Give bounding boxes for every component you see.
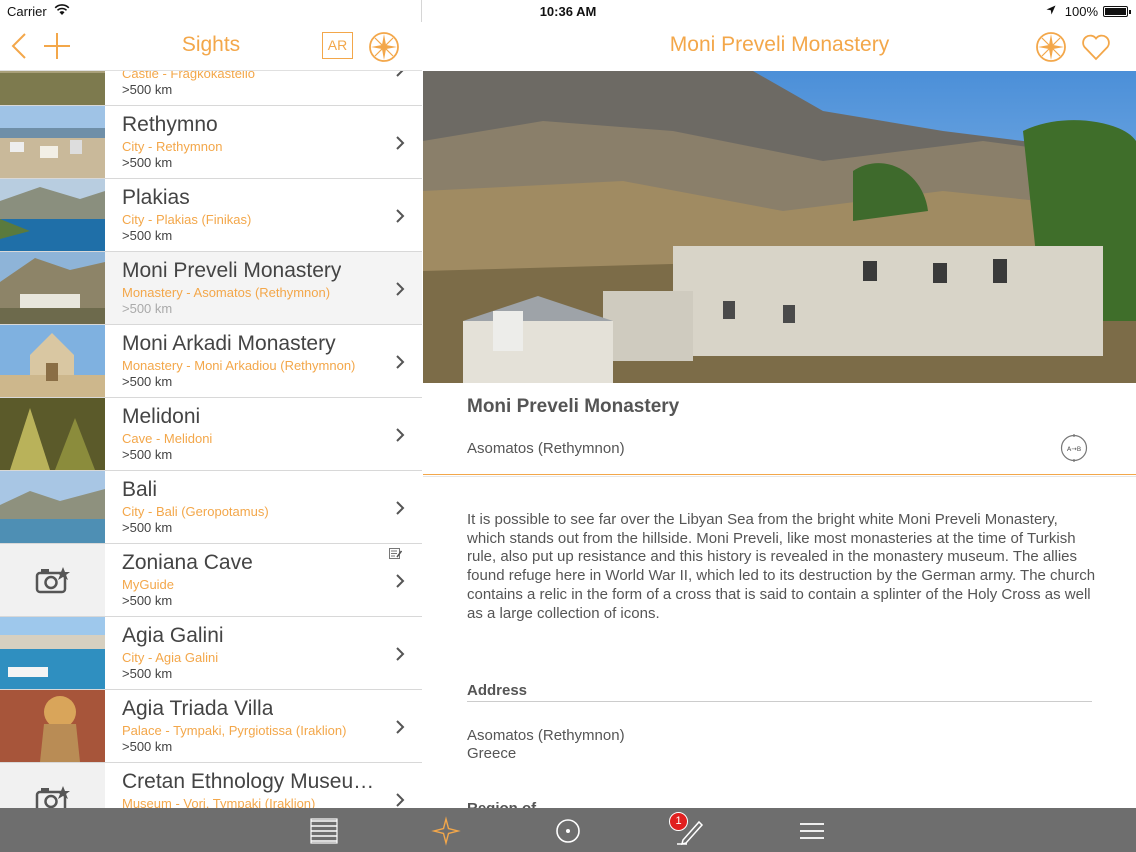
location-target-tab-icon[interactable] <box>553 816 583 846</box>
address-heading: Address <box>467 682 528 699</box>
sight-thumbnail <box>0 763 105 808</box>
sight-category: City - Bali (Geropotamus) <box>122 504 269 519</box>
sight-distance: >500 km <box>122 82 173 97</box>
sight-name: Moni Preveli Monastery <box>122 259 342 282</box>
sight-thumbnail <box>0 325 105 397</box>
sight-category: City - Agia Galini <box>122 650 219 665</box>
detail-title: Moni Preveli Monastery <box>467 396 680 417</box>
list-item[interactable]: Zoniana Cave MyGuide >500 km <box>0 544 422 617</box>
sights-panel: Sights AR Castle - Fragkokastello >500 k… <box>0 0 422 808</box>
chevron-right-icon <box>396 282 405 296</box>
sight-category: Monastery - Moni Arkadiou (Rethymnon) <box>122 358 356 373</box>
notification-badge: 1 <box>669 812 688 831</box>
route-icon[interactable]: A→B <box>1060 434 1088 462</box>
sight-distance: >500 km <box>122 520 173 535</box>
next-section-heading: Region of ... <box>467 800 587 808</box>
sight-distance: >500 km <box>122 155 173 170</box>
divider <box>423 474 1136 475</box>
sight-distance: >500 km <box>122 447 173 462</box>
chevron-right-icon <box>396 428 405 442</box>
list-item[interactable]: Rethymno City - Rethymnon >500 km <box>0 106 422 179</box>
sight-distance: >500 km <box>122 374 173 389</box>
sight-name: Bali <box>122 478 158 501</box>
sight-category: City - Rethymnon <box>122 139 223 154</box>
sight-name: Melidoni <box>122 405 201 428</box>
chevron-right-icon <box>396 355 405 369</box>
list-item[interactable]: Castle - Fragkokastello >500 km <box>0 71 422 106</box>
chevron-right-icon <box>396 793 405 807</box>
sight-name: Zoniana Cave <box>122 551 253 574</box>
sight-distance: >500 km <box>122 301 173 316</box>
sight-distance: >500 km <box>122 666 173 681</box>
sight-distance: >500 km <box>122 593 173 608</box>
menu-tab-icon[interactable] <box>797 816 827 846</box>
svg-text:A→B: A→B <box>1067 445 1081 453</box>
chevron-right-icon <box>396 71 404 77</box>
camera-placeholder-icon <box>35 567 70 594</box>
sight-category: Museum - Vori, Tympaki (Iraklion) <box>122 796 316 808</box>
list-tab-icon[interactable] <box>309 816 339 846</box>
chevron-right-icon <box>396 574 405 588</box>
sight-name: Plakias <box>122 186 190 209</box>
sight-thumbnail <box>0 71 105 105</box>
page-title: Sights <box>181 33 241 56</box>
detail-panel: Moni Preveli Monastery Moni Preveli Mona… <box>423 0 1136 808</box>
detail-nav-title: Moni Preveli Monastery <box>669 33 890 56</box>
camera-placeholder-icon <box>35 786 70 808</box>
chevron-right-icon <box>396 647 405 661</box>
sight-name: Cretan Ethnology Museu… <box>122 770 375 793</box>
sight-thumbnail <box>0 179 105 251</box>
sights-list[interactable]: Castle - Fragkokastello >500 km Rethymno… <box>0 71 422 808</box>
sight-name: Rethymno <box>122 113 218 136</box>
sight-thumbnail <box>0 106 105 178</box>
sight-category: Cave - Melidoni <box>122 431 213 446</box>
compass-icon[interactable] <box>1035 31 1067 63</box>
sight-category: Palace - Tympaki, Pyrgiotissa (Iraklion) <box>122 723 347 738</box>
divider <box>423 476 1136 477</box>
list-item[interactable]: Agia Triada Villa Palace - Tympaki, Pyrg… <box>0 690 422 763</box>
sight-name: Agia Triada Villa <box>122 697 274 720</box>
sight-hero-image <box>423 71 1136 383</box>
sight-description: It is possible to see far over the Libya… <box>467 511 1096 622</box>
sight-category: City - Plakias (Finikas) <box>122 212 252 227</box>
chevron-right-icon <box>396 136 405 150</box>
chevron-right-icon <box>396 209 405 223</box>
list-item[interactable]: Moni Arkadi Monastery Monastery - Moni A… <box>0 325 422 398</box>
list-item[interactable]: Bali City - Bali (Geropotamus) >500 km <box>0 471 422 544</box>
divider <box>467 701 1092 702</box>
address-line-2: Greece <box>467 745 517 762</box>
heart-icon[interactable] <box>1081 33 1111 61</box>
list-item-selected[interactable]: Moni Preveli Monastery Monastery - Asoma… <box>0 252 422 325</box>
sights-star-tab-icon[interactable] <box>431 816 461 846</box>
detail-location: Asomatos (Rethymnon) <box>467 440 625 457</box>
sight-thumbnail <box>0 544 105 616</box>
list-item[interactable]: Agia Galini City - Agia Galini >500 km <box>0 617 422 690</box>
chevron-right-icon <box>396 720 405 734</box>
address-line-1: Asomatos (Rethymnon) <box>467 727 625 744</box>
sight-category: Monastery - Asomatos (Rethymnon) <box>122 285 331 300</box>
sight-thumbnail <box>0 690 105 762</box>
list-item[interactable]: Plakias City - Plakias (Finikas) >500 km <box>0 179 422 252</box>
sight-distance: >500 km <box>122 739 173 754</box>
detail-nav-bar: Moni Preveli Monastery <box>423 22 1136 71</box>
sight-thumbnail <box>0 471 105 543</box>
ar-button[interactable]: AR <box>322 32 353 59</box>
sights-nav-bar: Sights AR <box>0 22 422 71</box>
tab-bar <box>0 808 1136 852</box>
sight-category: MyGuide <box>122 577 175 592</box>
list-item[interactable]: Melidoni Cave - Melidoni >500 km <box>0 398 422 471</box>
sight-name: Moni Arkadi Monastery <box>122 332 336 355</box>
sight-thumbnail <box>0 617 105 689</box>
sight-category: Castle - Fragkokastello <box>122 71 255 81</box>
list-item[interactable]: Cretan Ethnology Museu… Museum - Vori, T… <box>0 763 422 808</box>
sight-name: Agia Galini <box>122 624 224 647</box>
compass-icon[interactable] <box>368 31 400 63</box>
note-icon <box>389 548 402 559</box>
sight-distance: >500 km <box>122 228 173 243</box>
chevron-right-icon <box>396 501 405 515</box>
sight-thumbnail <box>0 398 105 470</box>
sight-thumbnail <box>0 252 105 324</box>
